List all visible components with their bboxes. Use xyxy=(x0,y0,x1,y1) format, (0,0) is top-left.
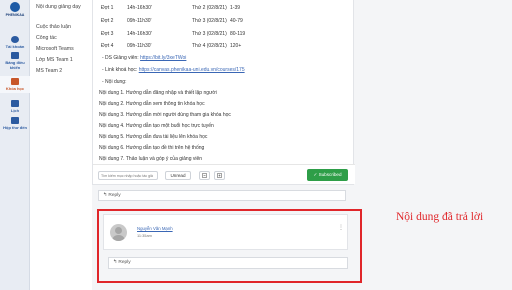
course-link-line: - Link khoá học: https://canvas.phenikaa… xyxy=(102,67,245,73)
nested-reply-button[interactable]: ↰ Reply xyxy=(108,257,348,269)
rail-item-label: Khóa học xyxy=(5,86,25,91)
logo-mark-icon xyxy=(10,2,20,12)
course-nav-item[interactable]: Công tác xyxy=(36,35,90,42)
course-nav-item[interactable]: Lớp MS Team 1 xyxy=(36,57,90,64)
course-nav-item[interactable]: MS Team 2 xyxy=(36,68,90,75)
reply-entry: Nguyễn Văn Mạnh 11:35am ⋮ xyxy=(103,214,348,250)
courses-icon xyxy=(11,78,19,85)
rail-item-label: Hộp thư đến xyxy=(3,125,27,130)
content-item: Nội dung 7. Thảo luận và góp ý của giảng… xyxy=(99,156,203,162)
phenikaa-logo[interactable]: PHENIKAA xyxy=(3,2,27,22)
rail-item-label: Lịch xyxy=(10,108,20,113)
subscribed-button[interactable]: ✓ Subscribed xyxy=(307,169,348,181)
content-item: Nội dung 5. Hướng dẫn đưa tài liệu lên k… xyxy=(99,134,208,140)
schedule-range: 40-79 xyxy=(230,18,243,24)
content-item: Nội dung 3. Hướng dẫn mời người dùng tha… xyxy=(99,112,231,118)
course-navigation: Nội dung giảng dạy Cuộc thảo luận Công t… xyxy=(30,0,92,290)
content-item: Nội dung 1. Hướng dẫn đăng nhập và thiết… xyxy=(99,90,217,96)
expand-icon xyxy=(217,173,222,178)
ds-link-line: - DS Giảng viên: https://bit.ly/3xeTWoi xyxy=(102,55,186,61)
schedule-date: Thứ 3 (02/8/21) xyxy=(192,18,227,24)
annotation-label: Nội dung đã trả lời xyxy=(396,211,484,223)
content-item: Nội dung 4. Hướng dẫn tạo một buổi học t… xyxy=(99,123,214,129)
course-nav-item[interactable]: Microsoft Teams xyxy=(36,46,90,53)
app-root: PHENIKAA Tài khoản Bảng điều khiển Khóa … xyxy=(0,0,512,290)
schedule-range: 1-39 xyxy=(230,5,241,11)
collapse-button[interactable] xyxy=(199,171,210,180)
content-heading: - Nội dung: xyxy=(102,79,127,85)
global-nav-rail: PHENIKAA Tài khoản Bảng điều khiển Khóa … xyxy=(0,0,30,290)
rail-item-account[interactable]: Tài khoản xyxy=(0,36,30,49)
schedule-time: 09h-11h30' xyxy=(127,43,152,49)
ds-link[interactable]: https://bit.ly/3xeTWoi xyxy=(140,55,186,61)
discussion-toolbar: Unread ✓ Subscribed xyxy=(93,164,355,184)
unread-filter-button[interactable]: Unread xyxy=(165,171,191,180)
schedule-batch: Đợt 2 xyxy=(101,18,114,24)
schedule-date: Thứ 2 (02/8/21) xyxy=(192,5,227,11)
rail-item-label: Bảng điều khiển xyxy=(5,60,25,70)
schedule-batch: Đợt 1 xyxy=(101,5,114,11)
rail-item-inbox[interactable]: Hộp thư đến xyxy=(0,117,30,130)
rail-item-dashboard[interactable]: Bảng điều khiển xyxy=(0,52,30,70)
content-item: Nội dung 2. Hướng dẫn xem thông tin khóa… xyxy=(99,101,205,107)
rail-item-calendar[interactable]: Lịch xyxy=(0,100,30,113)
schedule-batch: Đợt 3 xyxy=(101,31,114,37)
ds-link-label: - DS Giảng viên: xyxy=(102,55,139,61)
course-link-label: - Link khoá học: xyxy=(102,67,138,73)
collapse-icon xyxy=(202,173,207,178)
search-entries-input[interactable] xyxy=(98,171,158,180)
calendar-icon xyxy=(11,100,19,107)
dashboard-icon xyxy=(11,52,19,59)
avatar[interactable] xyxy=(110,224,127,241)
schedule-range: 120+ xyxy=(230,43,242,49)
schedule-date: Thứ 3 (02/8/21) xyxy=(192,31,227,37)
schedule-time: 14h-16h30' xyxy=(127,31,152,37)
discussion-post: Đợt 1 14h-16h30' Thứ 2 (02/8/21) 1-39 Đợ… xyxy=(92,0,355,185)
more-options-icon[interactable]: ⋮ xyxy=(338,224,344,233)
rail-item-courses[interactable]: Khóa học xyxy=(0,76,30,93)
expand-button[interactable] xyxy=(214,171,225,180)
inbox-icon xyxy=(11,117,19,124)
schedule-time: 09h-11h30' xyxy=(127,18,152,24)
comment-author[interactable]: Nguyễn Văn Mạnh xyxy=(137,226,173,231)
course-nav-item[interactable]: Cuộc thảo luận xyxy=(36,24,90,31)
course-nav-item[interactable]: Nội dung giảng dạy xyxy=(36,4,90,11)
course-link[interactable]: https://canvas.phenikaa-uni.edu.vn/cours… xyxy=(139,67,245,73)
schedule-range: 80-119 xyxy=(230,31,246,37)
schedule-time: 14h-16h30' xyxy=(127,5,152,11)
comment-time: 11:35am xyxy=(137,233,152,238)
logo-text: PHENIKAA xyxy=(5,13,25,17)
schedule-batch: Đợt 4 xyxy=(101,43,114,49)
reply-button[interactable]: ↰ Reply xyxy=(98,190,346,201)
account-icon xyxy=(11,36,19,43)
schedule-date: Thứ 4 (02/8/21) xyxy=(192,43,227,49)
content-item: Nội dung 6. Hướng dẫn tạo đề thi trên hệ… xyxy=(99,145,205,151)
rail-item-label: Tài khoản xyxy=(5,44,25,49)
